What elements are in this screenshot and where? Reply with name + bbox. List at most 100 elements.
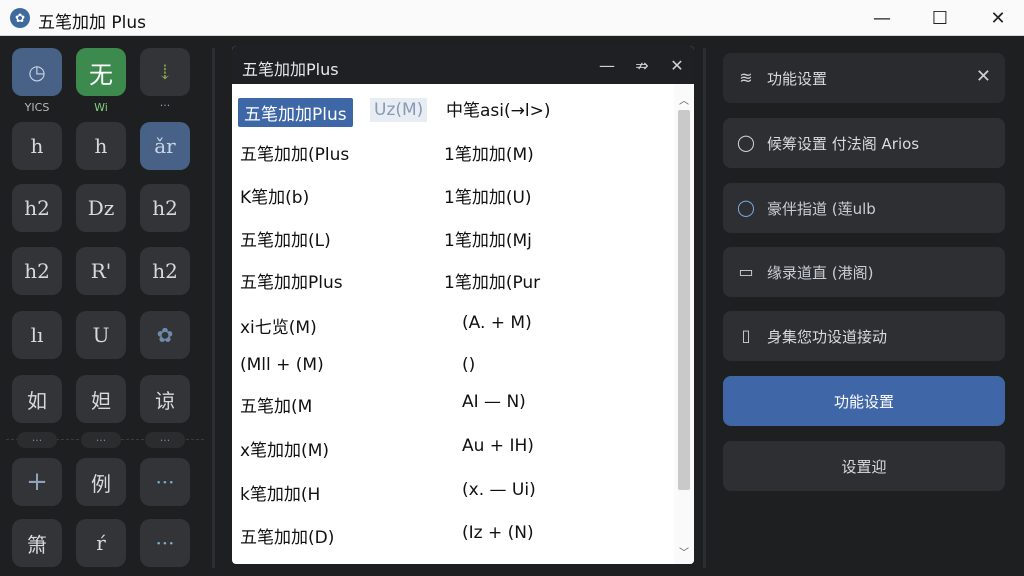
settings-item[interactable]: ▭ 缘录道直 (港阁) (723, 247, 1005, 297)
pin-icon[interactable]: ⇏ (631, 54, 653, 76)
key-ru[interactable]: 如 (12, 375, 62, 423)
separator-dots: ··· (81, 432, 121, 448)
button-label: 设置迎 (841, 458, 887, 476)
settings-item[interactable]: ▯ 身集您功设道接动 (723, 311, 1005, 361)
key-da[interactable]: 妲 (76, 375, 126, 423)
candidate-row[interactable]: 五笔加(M AI — N) (232, 384, 672, 424)
more-icon[interactable]: ··· (140, 458, 190, 506)
key-h2-4[interactable]: h2 (140, 247, 190, 295)
key-r2[interactable]: ŕ (76, 519, 126, 567)
candidate-left: x笔加加(M) (240, 441, 329, 461)
candidate-right: (A. + M) (462, 313, 532, 333)
candidate-left: xi七览(M) (240, 318, 317, 338)
maximize-button[interactable]: ☐ (926, 6, 954, 30)
candidate-scrollbar[interactable]: ︿ ﹀ (674, 84, 694, 564)
settings-header: ≋ 功能设置 ✕ (723, 53, 1005, 103)
candidate-row-header: 五笔加加Plus Uz(M) 中笔asi(→l>) (232, 90, 672, 130)
candidate-title: 五笔加加Plus (242, 60, 339, 79)
key-h-1[interactable]: h (12, 122, 62, 170)
button-label: 功能设置 (833, 393, 894, 411)
candidate-right[interactable]: 中笔asi(→l>) (446, 96, 550, 121)
circle-icon: ◯ (737, 132, 755, 152)
candidate-row[interactable]: x笔加加(M) Au + IH) (232, 428, 672, 468)
key-xiao[interactable]: 箫 (12, 519, 62, 567)
settings-item-label: 豪伴指道 (莲ulb (767, 200, 876, 218)
function-settings-button[interactable]: 功能设置 (723, 376, 1005, 426)
circle-icon: ◯ (737, 197, 755, 217)
monitor-icon: ▭ (738, 261, 754, 281)
scroll-down-icon[interactable]: ﹀ (678, 544, 690, 559)
scroll-up-icon[interactable]: ︿ (678, 92, 690, 107)
candidate-row[interactable]: (Mll + (M) () (232, 347, 672, 387)
candidate-row[interactable]: xi七览(M) (A. + M) (232, 305, 672, 345)
settings-item-label: 候筹设置 付法阁 Arios (767, 135, 920, 153)
candidate-row[interactable]: K笔加(b) 1笔加加(U) (232, 175, 672, 215)
candidate-right: (Iz + (N) (462, 523, 534, 543)
candidate-right: AI — N) (462, 392, 526, 412)
candidate-window: 五笔加加Plus — ⇏ ✕ 五笔加加Plus Uz(M) 中笔asi(→l>)… (232, 46, 694, 564)
candidate-row[interactable]: k笔加加(H (x. — Ui) (232, 472, 672, 512)
minimize-button[interactable]: — (868, 6, 896, 30)
settings-item-label: 身集您功设道接动 (767, 328, 888, 346)
right-divider (703, 48, 706, 568)
window-title: 五笔加加 Plus (38, 13, 147, 33)
close-icon[interactable]: ✕ (666, 54, 688, 76)
settings-secondary-button[interactable]: 设置迎 (723, 441, 1005, 491)
candidate-left: 五笔加(M (240, 397, 313, 417)
clock-icon: ◷ (28, 60, 46, 84)
candidate-right: 1笔加加(Mj (444, 231, 532, 251)
key-h2-1[interactable]: h2 (12, 184, 62, 232)
key-glyph: 无 (89, 60, 113, 89)
tablet-icon: ▯ (741, 325, 751, 345)
settings-item[interactable]: ◯ 候筹设置 付法阁 Arios (723, 118, 1005, 168)
key-label: YICS (24, 101, 50, 114)
key-dz[interactable]: Dz (76, 184, 126, 232)
flower-icon[interactable]: ✿ (140, 311, 190, 359)
candidate-left: K笔加(b) (240, 188, 310, 208)
key-li[interactable]: lı (12, 311, 62, 359)
key-h2-2[interactable]: h2 (140, 184, 190, 232)
candidate-row[interactable]: 五笔加加(D) (Iz + (N) (232, 515, 672, 555)
key-arrows[interactable]: ⇣ (140, 48, 190, 96)
candidate-left: 五笔加加Plus (240, 273, 343, 293)
candidate-left: 五笔加加(Plus (240, 145, 350, 165)
more-icon[interactable]: ··· (140, 519, 190, 567)
arrows-icon: ⇣ (156, 60, 174, 84)
key-clock[interactable]: ◷ (12, 48, 62, 96)
key-u[interactable]: U (76, 311, 126, 359)
candidate-right: 1笔加加(Pur (444, 273, 541, 293)
next-candidate[interactable]: Uz(M) (370, 98, 428, 122)
candidate-right: Au + IH) (462, 436, 534, 456)
key-ar[interactable]: ǎr (140, 122, 190, 170)
minimize-icon[interactable]: — (596, 54, 618, 76)
selected-candidate[interactable]: 五笔加加Plus (238, 98, 353, 127)
left-divider (212, 48, 215, 568)
key-li2[interactable]: 例 (76, 458, 126, 506)
key-label: Wi (94, 101, 108, 114)
scroll-thumb[interactable] (678, 110, 690, 490)
key-label: ··· (159, 99, 171, 112)
separator-dots: ··· (17, 432, 57, 448)
key-wu[interactable]: 无 (76, 48, 126, 96)
candidate-right: 1笔加加(M) (444, 145, 534, 165)
close-icon[interactable]: ✕ (976, 66, 991, 87)
candidate-row[interactable]: 五笔加加(Plus 1笔加加(M) (232, 132, 672, 172)
key-h2-3[interactable]: h2 (12, 247, 62, 295)
settings-item[interactable]: ◯ 豪伴指道 (莲ulb (723, 183, 1005, 233)
key-liang[interactable]: 谅 (140, 375, 190, 423)
layers-icon: ≋ (739, 67, 753, 87)
candidate-left: 五笔加加(L) (240, 231, 331, 251)
candidate-row[interactable]: 五笔加加(L) 1笔加加(Mj (232, 218, 672, 258)
candidate-left: (Mll + (M) (240, 355, 324, 375)
settings-item-label: 缘录道直 (港阁) (767, 264, 874, 282)
plus-icon[interactable]: + (12, 458, 62, 506)
close-button[interactable]: ✕ (984, 6, 1012, 30)
key-r[interactable]: R' (76, 247, 126, 295)
candidate-row[interactable]: 五笔加加Plus 1笔加加(Pur (232, 260, 672, 300)
settings-header-title: 功能设置 (767, 70, 828, 88)
candidate-left: k笔加加(H (240, 485, 321, 505)
candidate-right: (x. — Ui) (462, 480, 536, 500)
separator-dots: ··· (145, 432, 185, 448)
candidate-header: 五笔加加Plus — ⇏ ✕ (232, 46, 694, 84)
key-h-2[interactable]: h (76, 122, 126, 170)
